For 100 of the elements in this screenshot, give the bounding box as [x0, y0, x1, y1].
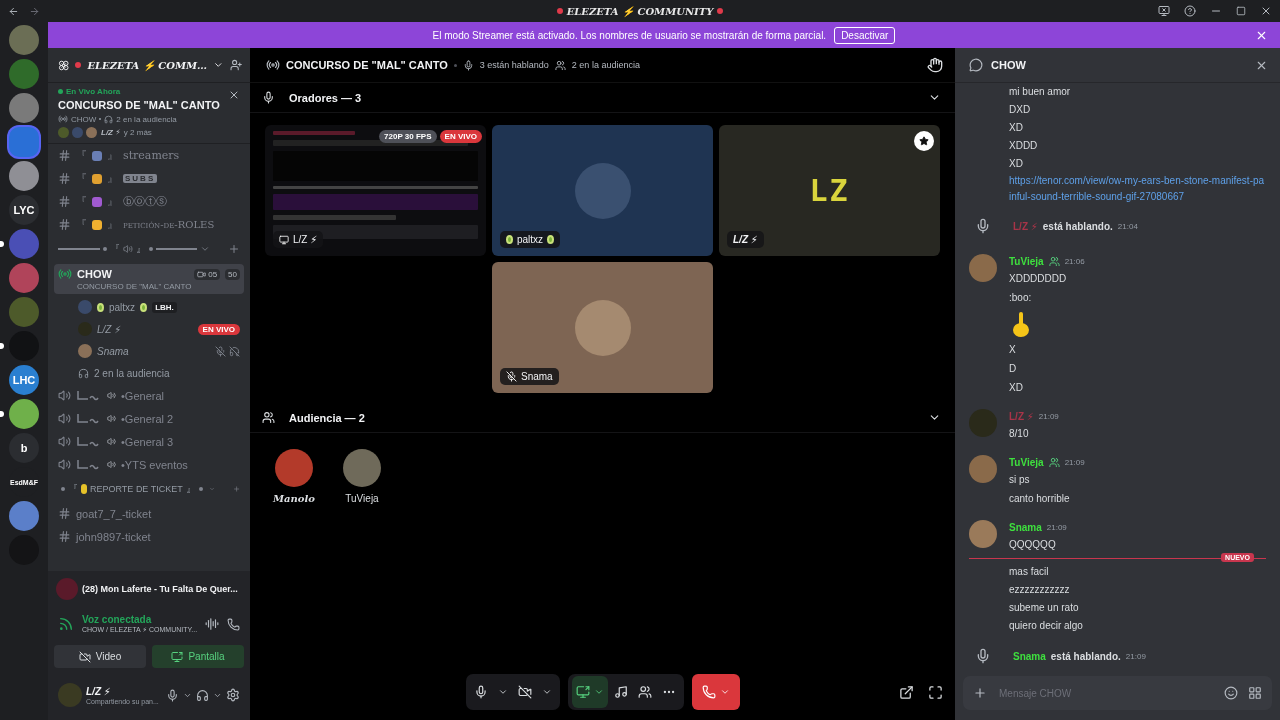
bracket-text: 』	[107, 194, 118, 209]
fullscreen-icon[interactable]	[928, 684, 943, 700]
channel-name[interactable]: streamers	[123, 149, 180, 162]
back-arrow-icon[interactable]	[8, 5, 19, 17]
speaker-icon	[107, 460, 116, 469]
chevron-down-icon	[541, 687, 552, 697]
soundboard-icon[interactable]	[205, 617, 219, 631]
role-icon	[1048, 256, 1060, 267]
message-link[interactable]: https://tenor.com/view/ow-my-ears-ben-stone-manifest-painful-sound-terrible-sound-gif-27080667	[969, 173, 1266, 205]
video-icon	[197, 269, 207, 279]
server-icon[interactable]	[9, 399, 39, 429]
system-text: está hablando.	[1042, 220, 1113, 232]
timestamp: 21:06	[1064, 257, 1085, 266]
speaker-icon	[58, 389, 71, 402]
channel-name[interactable]: petición-de-ROLES	[123, 219, 215, 230]
plus-icon[interactable]	[973, 686, 987, 700]
headphones-icon	[78, 367, 89, 379]
close-icon[interactable]	[228, 89, 240, 101]
leave-call-button[interactable]	[691, 674, 740, 710]
help-icon[interactable]	[1184, 5, 1196, 17]
video-button[interactable]: Video	[54, 645, 146, 668]
server-icon[interactable]: b	[9, 433, 39, 463]
message-text: canto horrible	[1009, 492, 1071, 506]
avocado-icon	[547, 235, 555, 244]
chevron-down-icon	[593, 687, 604, 697]
channel-name[interactable]: SUBS	[123, 174, 158, 183]
raise-hand-icon[interactable]	[927, 57, 943, 73]
emoji-icon[interactable]	[1224, 686, 1238, 700]
message-text: 8/10	[1009, 427, 1030, 441]
server-icon[interactable]: LYC	[9, 195, 39, 225]
audience-name[interactable]: TuVieja	[345, 493, 379, 504]
channel-name[interactable]: ⓑⓞⓣⓢ	[123, 194, 167, 209]
disconnect-icon[interactable]	[227, 617, 240, 631]
message-text: subeme un rato	[1008, 601, 1080, 615]
channel-name[interactable]: goat7_7_-ticket	[76, 507, 152, 520]
channel-name: CHOW	[71, 114, 97, 124]
settings-icon[interactable]	[226, 688, 240, 702]
mic-icon[interactable]	[166, 688, 179, 702]
server-icon[interactable]: LHC	[9, 365, 39, 395]
bracket-text: 『	[109, 242, 120, 256]
author-name[interactable]: TuVieja	[1009, 256, 1044, 267]
screen-share-icon	[171, 650, 184, 663]
screen-icon[interactable]	[1158, 5, 1170, 17]
author-name[interactable]: Snama	[1009, 522, 1042, 533]
bracket-text: 』	[107, 148, 118, 163]
bracket-text: 『	[76, 171, 87, 186]
channel-name[interactable]: john9897-ticket	[76, 530, 151, 543]
dot-icon	[556, 8, 563, 14]
message-text: XDDD	[1008, 139, 1039, 153]
server-icon[interactable]	[9, 263, 39, 293]
message-field[interactable]: Mensaje CHOW	[963, 676, 1272, 710]
server-badge-icon	[58, 58, 70, 72]
message-input[interactable]: Mensaje CHOW	[997, 686, 1214, 700]
server-icon[interactable]	[9, 161, 39, 191]
camera-off-icon	[517, 685, 532, 699]
live-dot-icon	[58, 89, 63, 94]
forward-arrow-icon[interactable]	[29, 5, 40, 17]
audience-name[interactable]: Manolo	[273, 493, 315, 504]
deactivate-button[interactable]: Desactivar	[834, 26, 896, 44]
bracket-text: 』	[185, 482, 196, 496]
hash-icon	[58, 149, 71, 162]
message-text: mas facil	[1008, 565, 1050, 579]
chevron-down-icon	[719, 687, 730, 697]
close-icon[interactable]	[1255, 29, 1268, 42]
member-name[interactable]: Snama	[97, 345, 129, 357]
add-member-icon[interactable]	[229, 58, 242, 72]
author-name[interactable]: TuVieja	[1009, 457, 1044, 468]
avocado-icon	[506, 235, 513, 244]
screen-share-button[interactable]: Pantalla	[152, 645, 244, 668]
role-icon	[1048, 457, 1060, 468]
tree-branch-drawing	[76, 435, 102, 448]
section-title: Oradores — 3	[289, 91, 363, 104]
channel-name[interactable]: •General	[121, 389, 164, 402]
channel-name[interactable]: •General 3	[121, 435, 174, 448]
server-name[interactable]: ELEZETA ⚡ COMM…	[87, 59, 208, 71]
category-name[interactable]: REPORTE DE TICKET	[90, 484, 183, 494]
server-icon[interactable]	[9, 59, 39, 89]
headphones-icon[interactable]	[196, 688, 209, 702]
stage-icon	[58, 114, 68, 124]
apps-icon[interactable]	[1248, 686, 1262, 700]
server-icon[interactable]	[9, 25, 39, 55]
server-icon[interactable]	[9, 501, 39, 531]
stage-channel[interactable]: CHOW 05 50 CONCURSO DE "MAL" CANTO	[54, 264, 244, 294]
chat-bubble-icon	[969, 58, 983, 72]
maximize-icon[interactable]	[1236, 6, 1246, 16]
channel-name[interactable]: •YTS eventos	[121, 458, 188, 471]
popout-icon[interactable]	[899, 684, 914, 700]
speaker-icon	[107, 414, 116, 423]
plus-icon[interactable]	[228, 243, 240, 255]
message-text: si ps	[1009, 473, 1031, 487]
stage-icon	[266, 58, 280, 72]
close-icon[interactable]	[1260, 5, 1272, 17]
member-name[interactable]: L/Z ⚡	[97, 323, 122, 335]
author-name[interactable]: Snama	[1013, 650, 1046, 662]
screen-share-button[interactable]	[571, 676, 608, 708]
message-text: XD	[1008, 121, 1024, 135]
server-icon[interactable]	[9, 93, 39, 123]
system-text: está hablando.	[1050, 650, 1121, 662]
channel-name[interactable]: •General 2	[121, 412, 174, 425]
member-name[interactable]: paltxz	[109, 301, 136, 313]
